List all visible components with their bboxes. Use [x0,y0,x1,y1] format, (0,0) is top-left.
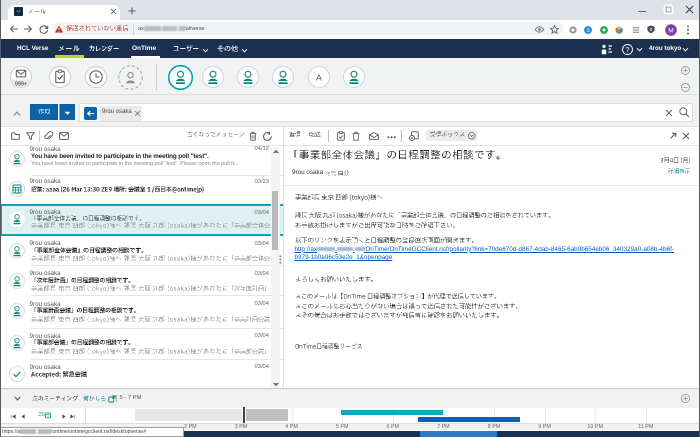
svg-text:?: ? [626,47,630,54]
svg-text:M: M [668,27,673,34]
svg-text:999+: 999+ [15,82,27,88]
svg-text:0: 0 [650,27,653,32]
svg-text:A: A [316,72,322,82]
